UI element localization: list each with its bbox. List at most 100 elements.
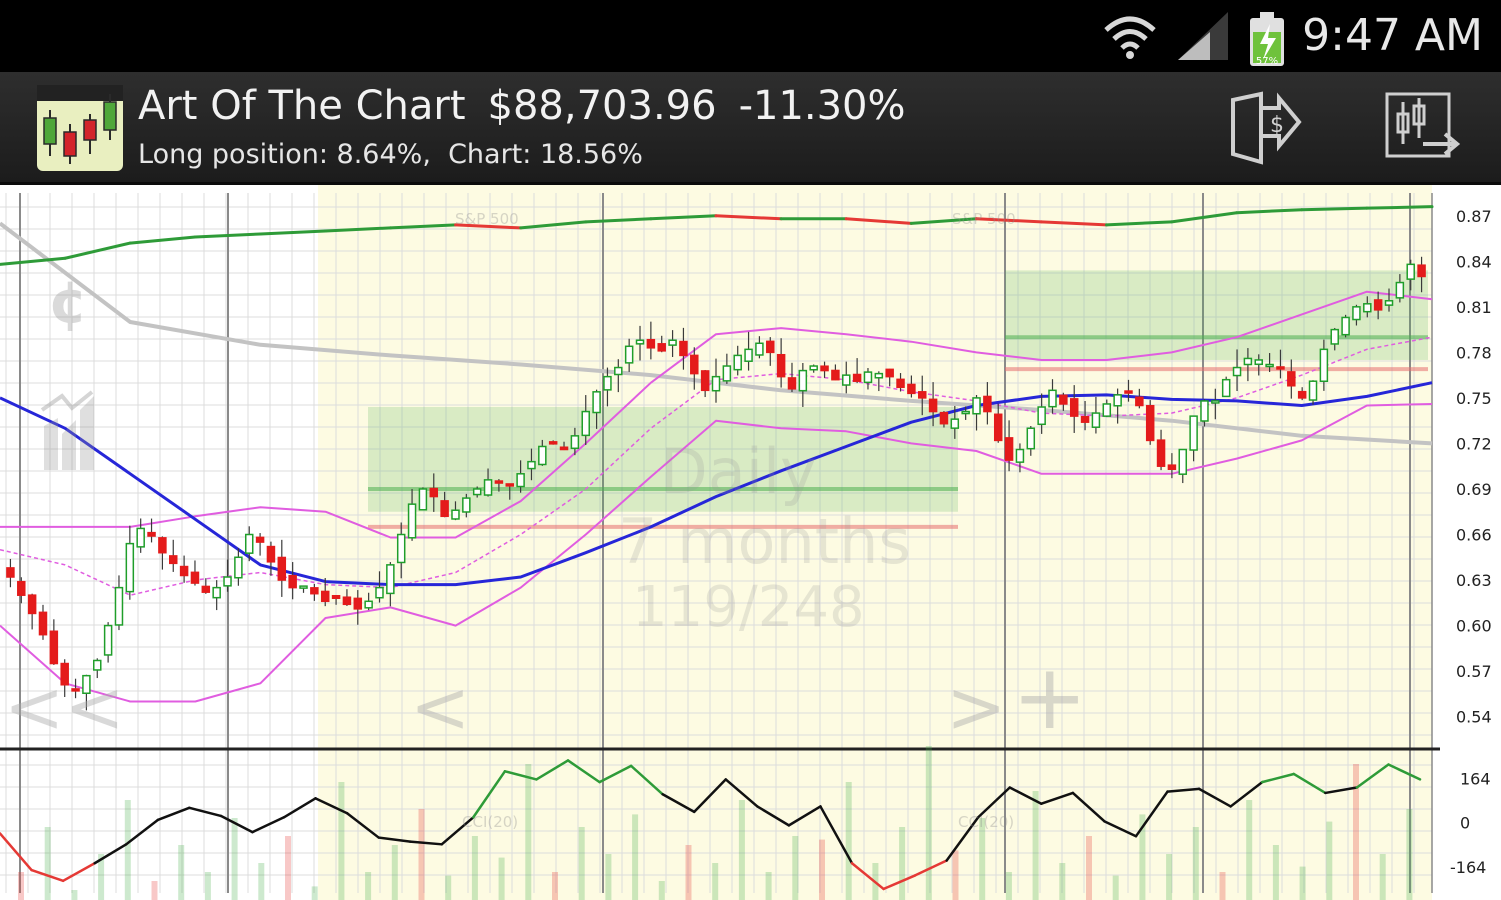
status-bar: 57% 9:47 AM: [0, 0, 1501, 72]
cci-axis-tick: -164: [1450, 858, 1486, 877]
volume-bar: [712, 863, 719, 900]
volume-bar: [445, 875, 452, 900]
volume-bar: [1059, 863, 1066, 900]
volume-bar: [1192, 827, 1199, 900]
position-summary: Long position: 8.64%, Chart: 18.56%: [138, 139, 643, 170]
zoom-in-button[interactable]: +: [1012, 645, 1087, 750]
volume-bar: [418, 809, 425, 900]
volume-bar: [552, 872, 558, 900]
volume-bar: [44, 827, 51, 900]
nav-first-button[interactable]: <<: [4, 665, 125, 749]
volume-bar: [1299, 866, 1306, 900]
y-axis-tick: 0.66: [1456, 526, 1492, 545]
sp500-segment: [1300, 206, 1369, 212]
volume-bar: [471, 836, 478, 900]
y-axis-tick: 0.54: [1456, 708, 1492, 727]
position-counter: 119/248: [632, 575, 865, 640]
volume-bar: [952, 850, 959, 900]
candlestick: [1341, 314, 1350, 338]
volume-bar: [498, 857, 505, 900]
volume-bar: [178, 845, 185, 900]
volume-bar: [391, 845, 398, 900]
volume-bar: [632, 814, 639, 900]
volume-bar: [1112, 875, 1119, 900]
battery-charging-icon: 57%: [1250, 12, 1284, 67]
volume-bar: [1246, 800, 1253, 900]
volume-bar: [899, 827, 906, 900]
app-name: Art Of The Chart: [138, 83, 466, 129]
volume-bar: [1353, 764, 1359, 900]
period-overlay: Daily: [660, 435, 817, 508]
nav-prev-button[interactable]: <: [410, 665, 470, 749]
candlestick: [1145, 400, 1155, 445]
sp500-segment: [1365, 205, 1434, 210]
trend-chart-icon[interactable]: [38, 390, 100, 475]
volume-bar: [258, 863, 265, 900]
nav-next-button[interactable]: >: [946, 665, 1006, 749]
y-axis-tick: 0.87: [1456, 207, 1492, 226]
volume-bar: [578, 827, 585, 900]
svg-text:$: $: [1270, 113, 1284, 138]
y-axis-tick: 0.78: [1456, 343, 1492, 362]
volume-bar: [1086, 836, 1092, 900]
signal-icon: [1178, 12, 1228, 60]
export-chart-icon[interactable]: [1383, 88, 1463, 168]
volume-bar: [1379, 854, 1386, 900]
wifi-icon: [1104, 16, 1156, 59]
volume-bar: [685, 845, 692, 900]
volume-bar: [285, 836, 291, 900]
y-axis-tick: 0.75: [1456, 389, 1492, 408]
svg-text:57%: 57%: [1256, 56, 1278, 67]
volume-bar: [1326, 821, 1333, 900]
cci-axis-tick: 0: [1460, 814, 1470, 833]
volume-bar: [365, 872, 372, 900]
cci-label-1: CCI(20): [462, 813, 519, 831]
volume-bar: [819, 839, 825, 900]
volume-bar: [1032, 791, 1039, 900]
volume-bar: [605, 854, 612, 900]
sp500-label-1: S&P 500: [455, 210, 519, 228]
cci-axis-tick: 164: [1460, 769, 1491, 788]
sp500-label-2: S&P 500: [952, 210, 1016, 228]
y-axis-tick: 0.81: [1456, 298, 1492, 317]
y-axis-tick: 0.60: [1456, 617, 1492, 636]
status-time: 9:47 AM: [1302, 10, 1483, 61]
volume-bar: [71, 890, 78, 900]
volume-bar: [18, 872, 24, 900]
stock-chart[interactable]: 0.87 0.84 0.81 0.78 0.75 0.72 0.69 0.66 0.63 0.60…: [0, 185, 1501, 900]
volume-bar: [1219, 872, 1226, 900]
portfolio-value: $88,703.96: [487, 83, 717, 129]
svg-text:¢: ¢: [48, 270, 88, 336]
volume-bar: [1272, 845, 1279, 900]
volume-bar: [231, 818, 238, 900]
cci-label-2: CCI(20): [958, 813, 1015, 831]
volume-bar: [525, 764, 532, 900]
cent-icon[interactable]: ¢: [38, 270, 98, 340]
action-bar: Art Of The Chart $88,703.96 -11.30% Long p…: [0, 72, 1501, 185]
candlestick: [418, 487, 428, 511]
volume-bar: [738, 800, 745, 900]
volume-bar: [845, 782, 852, 900]
change-percent: -11.30%: [738, 83, 906, 129]
header-title: Art Of The Chart $88,703.96 -11.30%: [138, 82, 928, 130]
volume-bar: [1166, 854, 1173, 900]
candlestick: [1221, 376, 1231, 398]
volume-bar: [124, 800, 131, 900]
y-axis-tick: 0.72: [1456, 434, 1492, 453]
volume-bar: [1005, 872, 1012, 900]
y-axis-tick: 0.69: [1456, 480, 1492, 499]
y-axis-tick: 0.84: [1456, 252, 1492, 271]
volume-bar: [765, 872, 772, 900]
volume-bar: [311, 886, 318, 900]
status-icons: 57%: [1104, 12, 1284, 67]
volume-bar: [338, 782, 345, 900]
zone-box-2: [1005, 270, 1428, 360]
range-overlay: 7 months: [618, 505, 911, 578]
volume-bar: [1406, 809, 1413, 900]
y-axis-tick: 0.57: [1456, 662, 1492, 681]
trade-cash-icon[interactable]: $: [1225, 88, 1305, 168]
app-logo-icon[interactable]: [36, 84, 124, 172]
volume-bar: [151, 881, 158, 900]
volume-bar: [658, 881, 665, 900]
volume-bar: [925, 746, 932, 900]
